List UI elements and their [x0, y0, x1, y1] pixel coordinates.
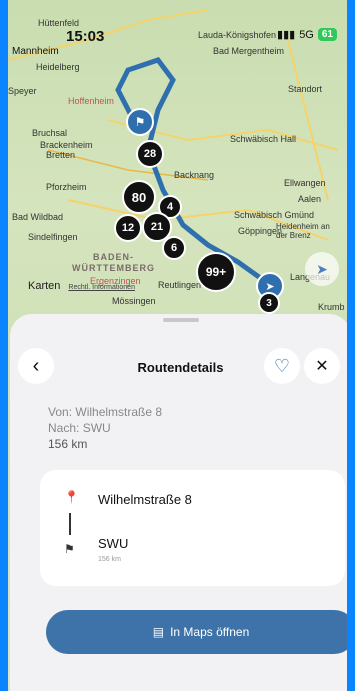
map-attribution: Karten Rechtl. Informationen: [20, 280, 135, 292]
place-label: Hüttenfeld: [38, 18, 80, 28]
to-value: SWU: [82, 421, 111, 435]
place-label: Speyer: [8, 86, 37, 96]
cluster-marker[interactable]: 28: [136, 140, 164, 168]
cluster-marker[interactable]: 3: [258, 292, 280, 314]
status-indicators: ▮▮▮ 5G 61: [277, 28, 337, 41]
place-label: Pforzheim: [46, 182, 87, 192]
from-value: Wilhelmstraße 8: [75, 405, 163, 419]
place-label: Heidenheim an der Brenz: [276, 222, 330, 240]
location-arrow-icon[interactable]: ➤: [305, 252, 339, 286]
cluster-marker[interactable]: 12: [114, 214, 142, 242]
app-screen: 15:03 ▮▮▮ 5G 61 Hüttenfeld Lauda-Königsh…: [2, 0, 353, 691]
close-icon: ✕: [315, 358, 329, 375]
place-label: Heidelberg: [36, 62, 80, 72]
open-in-maps-button[interactable]: ▤ In Maps öffnen: [46, 610, 347, 654]
stop-name-end: SWU: [98, 536, 129, 551]
maps-attribution-label: Karten: [28, 280, 61, 292]
sheet-grabber[interactable]: [163, 318, 199, 322]
place-label: Lauda-Königshofen: [198, 30, 277, 40]
start-flag-icon[interactable]: ⚑: [126, 108, 154, 136]
stop-name-start: Wilhelmstraße 8: [98, 492, 192, 507]
cluster-marker[interactable]: 99+: [196, 252, 236, 292]
close-button[interactable]: ✕: [304, 348, 340, 384]
place-label: Mössingen: [112, 296, 156, 306]
place-label: Schwäbisch Hall: [230, 134, 297, 144]
place-label: Hoffenheim: [68, 96, 114, 106]
place-label: Bad Wildbad: [12, 212, 64, 222]
place-label: Backnang: [174, 170, 215, 180]
battery-icon: 61: [317, 28, 337, 41]
cluster-marker[interactable]: 6: [162, 236, 186, 260]
cluster-marker[interactable]: 80: [122, 180, 156, 214]
network-label: 5G: [299, 28, 314, 41]
legal-link[interactable]: Rechtl. Informationen: [68, 284, 135, 291]
status-time: 15:03: [66, 28, 105, 45]
place-label: Bruchsal: [32, 128, 68, 138]
map-icon: ▤: [152, 625, 165, 639]
flag-icon: ⚑: [64, 542, 75, 556]
signal-icon: ▮▮▮: [277, 29, 296, 41]
map-view[interactable]: 15:03 ▮▮▮ 5G 61 Hüttenfeld Lauda-Königsh…: [8, 0, 347, 320]
place-label: Bretten: [46, 150, 76, 160]
stops-card: 📍 Wilhelmstraße 8 ⚑ SWU 156 km: [40, 470, 345, 586]
place-label: Sindelfingen: [28, 232, 78, 242]
stop-distance: 156 km: [98, 556, 121, 563]
place-label: Standort: [288, 84, 323, 94]
pin-icon: 📍: [64, 490, 79, 504]
to-label: Nach:: [48, 421, 80, 435]
stop-connector: [69, 513, 71, 535]
place-label: Bad Mergentheim: [213, 46, 285, 56]
region-label: BADEN- WÜRTTEMBERG: [72, 252, 155, 273]
heart-icon: ♡: [273, 355, 291, 376]
place-label: Schwäbisch Gmünd: [234, 210, 315, 220]
route-distance: 156 km: [48, 437, 88, 451]
open-in-maps-label: In Maps öffnen: [170, 625, 250, 639]
from-label: Von:: [48, 405, 73, 419]
place-label: Göppingen: [238, 226, 283, 236]
place-label: Reutlingen: [158, 280, 202, 290]
route-summary: Von: Wilhelmstraße 8 Nach: SWU 156 km: [48, 404, 162, 452]
route-details-sheet: ‹ Routendetails ♡ ✕ Von: Wilhelmstraße 8…: [10, 314, 347, 691]
place-label: Aalen: [298, 194, 322, 204]
favorite-button[interactable]: ♡: [264, 348, 300, 384]
place-label: Krumb: [318, 302, 345, 312]
place-label: Mannheim: [12, 46, 59, 57]
place-label: Ellwangen: [284, 178, 326, 188]
place-label: Brackenheim: [40, 140, 93, 150]
